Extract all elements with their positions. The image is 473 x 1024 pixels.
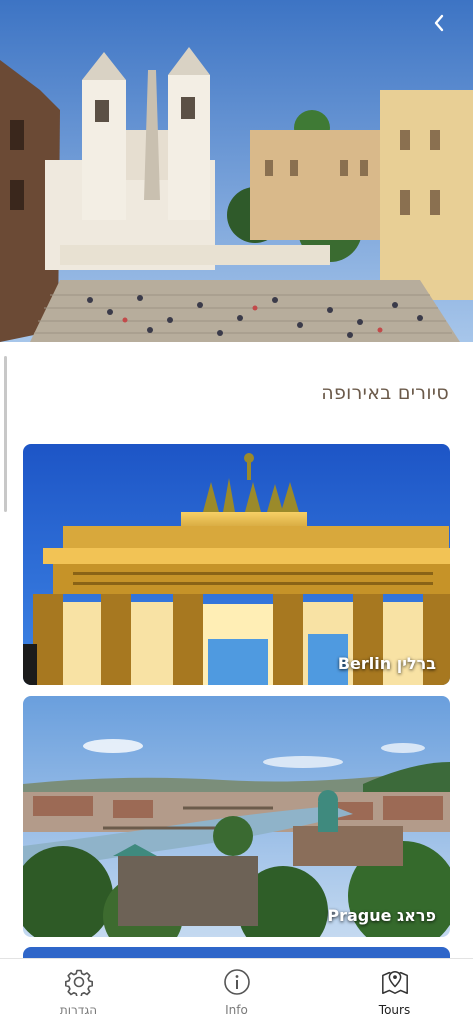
map-pin-icon bbox=[380, 967, 410, 997]
nav-settings-label: הגדרות bbox=[59, 1003, 98, 1017]
info-icon bbox=[222, 967, 252, 997]
gear-icon bbox=[64, 967, 94, 997]
bottom-navigation: הגדרות Info Tours bbox=[0, 958, 473, 1024]
nav-settings[interactable]: הגדרות bbox=[0, 959, 157, 1024]
city-card-label: Prague פראג bbox=[327, 906, 436, 925]
nav-info[interactable]: Info bbox=[158, 959, 315, 1024]
chevron-left-icon bbox=[434, 14, 444, 32]
city-card-label: Berlin ברלין bbox=[337, 654, 436, 673]
city-card-berlin[interactable]: Berlin ברלין bbox=[23, 444, 450, 685]
nav-tours[interactable]: Tours bbox=[316, 959, 473, 1024]
nav-info-label: Info bbox=[225, 1003, 248, 1017]
nav-tours-label: Tours bbox=[378, 1003, 411, 1017]
brandenburg-gate-image bbox=[23, 444, 450, 685]
scrollbar[interactable] bbox=[4, 356, 7, 512]
section-title: סיורים באירופה bbox=[321, 382, 449, 404]
hero-image bbox=[0, 0, 473, 342]
back-button[interactable] bbox=[433, 14, 463, 48]
city-card-prague[interactable]: Prague פראג bbox=[23, 696, 450, 937]
prague-skyline-image bbox=[23, 696, 450, 937]
spanish-steps-photo bbox=[0, 0, 473, 342]
